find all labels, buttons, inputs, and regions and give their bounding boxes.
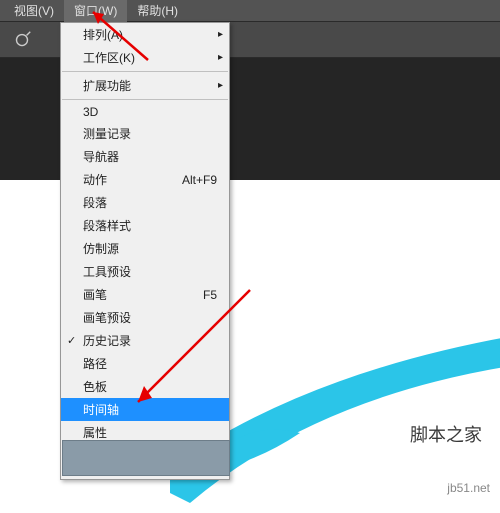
shortcut-label: Alt+F9	[182, 173, 217, 187]
menu-item-tool-presets[interactable]: 工具预设	[61, 260, 229, 283]
menu-divider	[62, 99, 228, 100]
menu-item-paths[interactable]: 路径	[61, 352, 229, 375]
menu-item-clone-source[interactable]: 仿制源	[61, 237, 229, 260]
menu-item-swatches[interactable]: 色板	[61, 375, 229, 398]
submenu-arrow-icon: ▸	[218, 29, 223, 40]
menu-item-workspace[interactable]: 工作区(K)▸	[61, 46, 229, 69]
menu-help[interactable]: 帮助(H)	[127, 0, 188, 22]
site-name-label: 脚本之家	[410, 421, 482, 447]
check-icon: ✓	[67, 334, 76, 347]
shortcut-label: F5	[203, 288, 217, 302]
menu-item-timeline[interactable]: 时间轴	[61, 398, 229, 421]
menu-item-arrange[interactable]: 排列(A)▸	[61, 23, 229, 46]
brush-tool-icon[interactable]	[10, 28, 34, 52]
menu-view[interactable]: 视图(V)	[4, 0, 64, 22]
menu-item-history[interactable]: ✓历史记录	[61, 329, 229, 352]
submenu-arrow-icon: ▸	[218, 80, 223, 91]
submenu-arrow-icon: ▸	[218, 52, 223, 63]
menu-item-paragraph-styles[interactable]: 段落样式	[61, 214, 229, 237]
menu-item-brush-presets[interactable]: 画笔预设	[61, 306, 229, 329]
menu-item-brush[interactable]: 画笔F5	[61, 283, 229, 306]
menu-item-3d[interactable]: 3D	[61, 102, 229, 122]
menubar: 视图(V) 窗口(W) 帮助(H)	[0, 0, 500, 22]
menu-item-extensions[interactable]: 扩展功能▸	[61, 74, 229, 97]
menu-item-navigator[interactable]: 导航器	[61, 145, 229, 168]
menu-window[interactable]: 窗口(W)	[64, 0, 127, 22]
menu-item-actions[interactable]: 动作Alt+F9	[61, 168, 229, 191]
watermark-label: jb51.net	[447, 481, 490, 495]
window-menu-dropdown: 排列(A)▸ 工作区(K)▸ 扩展功能▸ 3D 测量记录 导航器 动作Alt+F…	[60, 22, 230, 480]
menu-item-paragraph[interactable]: 段落	[61, 191, 229, 214]
menu-divider	[62, 71, 228, 72]
menu-item-measurement[interactable]: 测量记录	[61, 122, 229, 145]
annotation-overlay	[62, 440, 230, 476]
